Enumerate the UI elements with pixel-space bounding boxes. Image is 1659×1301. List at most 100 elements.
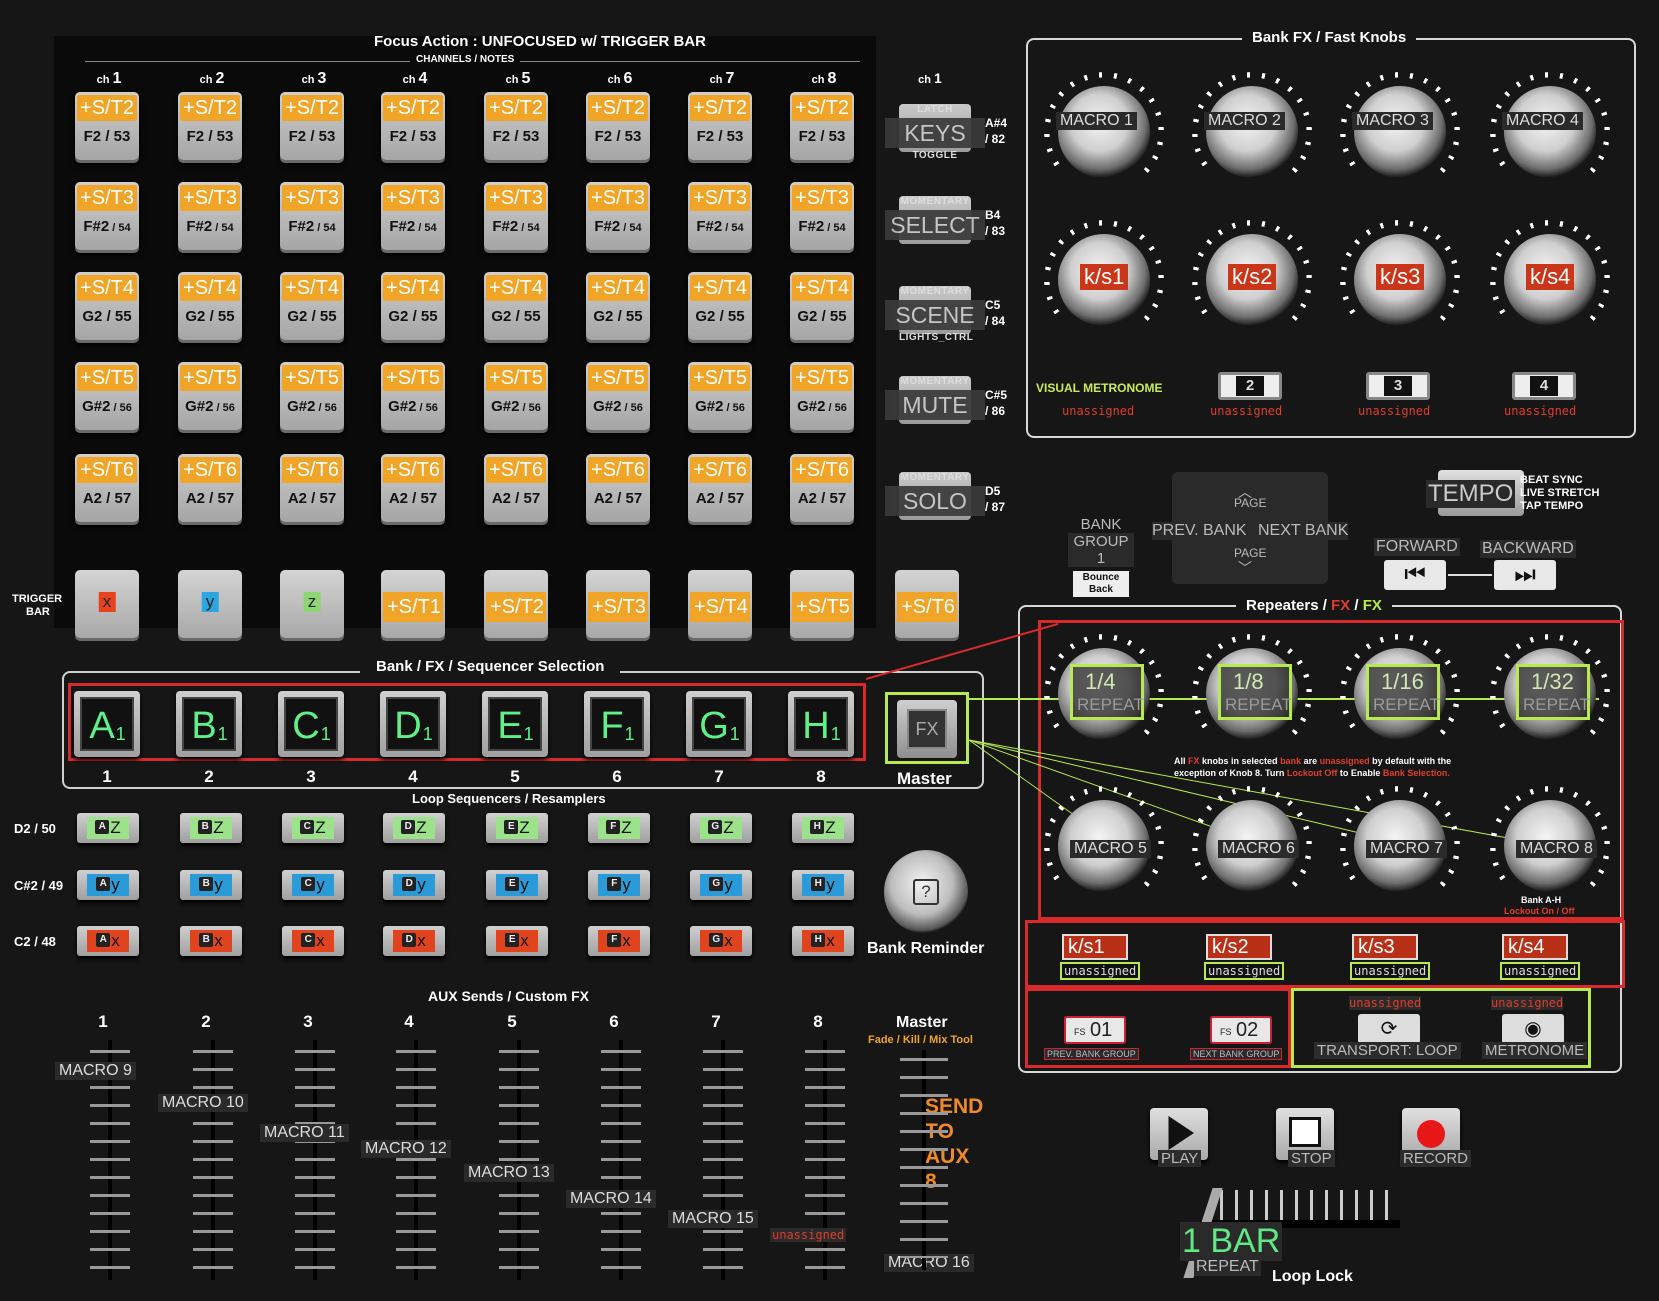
bank-button-c[interactable]: C1	[278, 691, 344, 757]
bank-button-b[interactable]: B1	[176, 691, 242, 757]
aux-master-fader[interactable]	[886, 1050, 962, 1270]
grid-pad[interactable]: +S/T3 F#2 / 54	[688, 182, 752, 250]
loop-button[interactable]: Hy	[792, 870, 854, 900]
loop-button[interactable]: Ey	[486, 870, 548, 900]
loop-button[interactable]: FZ	[588, 813, 650, 843]
grid-pad[interactable]: +S/T4 G2 / 55	[280, 272, 344, 340]
trigger-pad[interactable]: +S/T3	[586, 570, 650, 638]
loop-button[interactable]: EZ	[486, 813, 548, 843]
grid-pad[interactable]: +S/T4 G2 / 55	[178, 272, 242, 340]
loop-button[interactable]: Bx	[180, 926, 242, 956]
ks-button[interactable]: k/s2	[1206, 934, 1272, 960]
aux-fader[interactable]	[586, 1040, 656, 1280]
grid-pad[interactable]: +S/T5 G#2 / 56	[178, 362, 242, 430]
grid-pad[interactable]: +S/T5 G#2 / 56	[75, 362, 139, 430]
loop-button[interactable]: BZ	[180, 813, 242, 843]
loop-button[interactable]: Cx	[282, 926, 344, 956]
grid-pad[interactable]: +S/T2 F2 / 53	[280, 92, 344, 160]
bank-button-h[interactable]: H1	[788, 691, 854, 757]
grid-pad[interactable]: +S/T5 G#2 / 56	[381, 362, 445, 430]
next-bank-label[interactable]: NEXT BANK	[1258, 522, 1349, 540]
side-button-keys[interactable]: LATCH KEYS TOGGLE	[885, 104, 985, 161]
loop-button[interactable]: By	[180, 870, 242, 900]
grid-pad[interactable]: +S/T5 G#2 / 56	[484, 362, 548, 430]
trigger-pad[interactable]: +S/T2	[484, 570, 548, 638]
grid-pad[interactable]: +S/T3 F#2 / 54	[484, 182, 548, 250]
macro-knob[interactable]	[1206, 86, 1298, 178]
loop-button[interactable]: Ex	[486, 926, 548, 956]
fast-forward-button[interactable]: ⏭	[1494, 560, 1556, 590]
grid-pad[interactable]: +S/T3 F#2 / 54	[586, 182, 650, 250]
tempo-button[interactable]: TEMPO	[1426, 470, 1524, 516]
loop-toggle-button[interactable]: ⟳	[1358, 1014, 1420, 1044]
bank-button-g[interactable]: G1	[686, 691, 752, 757]
side-button-select[interactable]: MOMENTARY SELECT	[885, 196, 985, 244]
loop-button[interactable]: DZ	[383, 813, 445, 843]
loop-button[interactable]: Fx	[588, 926, 650, 956]
grid-pad[interactable]: +S/T4 G2 / 55	[790, 272, 854, 340]
grid-pad[interactable]: +S/T6 A2 / 57	[688, 454, 752, 522]
aux-fader[interactable]	[688, 1040, 758, 1280]
trigger-pad[interactable]: +S/T4	[688, 570, 752, 638]
trigger-pad[interactable]: x	[75, 570, 139, 638]
loop-button[interactable]: GZ	[690, 813, 752, 843]
ks-button[interactable]: k/s3	[1352, 934, 1418, 960]
ks-button[interactable]: k/s4	[1502, 934, 1568, 960]
loop-button[interactable]: Gx	[690, 926, 752, 956]
grid-pad[interactable]: +S/T5 G#2 / 56	[586, 362, 650, 430]
aux-fader[interactable]	[381, 1040, 451, 1280]
macro-knob[interactable]	[1354, 86, 1446, 178]
loop-button[interactable]: AZ	[77, 813, 139, 843]
prev-bank-label[interactable]: PREV. BANK	[1152, 522, 1247, 540]
loop-button[interactable]: CZ	[282, 813, 344, 843]
grid-pad[interactable]: +S/T3 F#2 / 54	[280, 182, 344, 250]
grid-pad[interactable]: +S/T6 A2 / 57	[75, 454, 139, 522]
grid-pad[interactable]: +S/T2 F2 / 53	[790, 92, 854, 160]
grid-pad[interactable]: +S/T5 G#2 / 56	[280, 362, 344, 430]
bank-button-a[interactable]: A1	[74, 691, 140, 757]
grid-pad[interactable]: +S/T3 F#2 / 54	[381, 182, 445, 250]
grid-pad[interactable]: +S/T2 F2 / 53	[688, 92, 752, 160]
bank-button-f[interactable]: F1	[584, 691, 650, 757]
grid-pad[interactable]: +S/T2 F2 / 53	[484, 92, 548, 160]
loop-button[interactable]: Cy	[282, 870, 344, 900]
macro-knob[interactable]	[1058, 86, 1150, 178]
grid-pad[interactable]: +S/T3 F#2 / 54	[790, 182, 854, 250]
grid-pad[interactable]: +S/T4 G2 / 55	[688, 272, 752, 340]
grid-pad[interactable]: +S/T2 F2 / 53	[381, 92, 445, 160]
trigger-pad[interactable]: y	[178, 570, 242, 638]
trigger-pad[interactable]: +S/T5	[790, 570, 854, 638]
grid-pad[interactable]: +S/T4 G2 / 55	[381, 272, 445, 340]
grid-pad[interactable]: +S/T4 G2 / 55	[75, 272, 139, 340]
macro-knob[interactable]	[1504, 86, 1596, 178]
loop-button[interactable]: Ax	[77, 926, 139, 956]
loop-button[interactable]: Ay	[77, 870, 139, 900]
loop-button[interactable]: Dx	[383, 926, 445, 956]
side-button-scene[interactable]: MOMENTARY SCENE LIGHTS_CTRL	[885, 286, 985, 343]
grid-pad[interactable]: +S/T6 A2 / 57	[586, 454, 650, 522]
side-button-solo[interactable]: MOMENTARY SOLO	[885, 472, 985, 520]
master-fx-button[interactable]: FX	[897, 700, 957, 758]
trigger-pad[interactable]: z	[280, 570, 344, 638]
metronome-toggle-button[interactable]: ◉	[1502, 1014, 1564, 1044]
grid-pad[interactable]: +S/T4 G2 / 55	[484, 272, 548, 340]
bank-button-d[interactable]: D1	[380, 691, 446, 757]
trigger-pad[interactable]: +S/T6	[895, 570, 959, 638]
grid-pad[interactable]: +S/T2 F2 / 53	[586, 92, 650, 160]
grid-pad[interactable]: +S/T6 A2 / 57	[280, 454, 344, 522]
aux-fader[interactable]	[790, 1040, 860, 1280]
loop-button[interactable]: Fy	[588, 870, 650, 900]
grid-pad[interactable]: +S/T5 G#2 / 56	[790, 362, 854, 430]
grid-pad[interactable]: +S/T3 F#2 / 54	[75, 182, 139, 250]
rewind-button[interactable]: ⏮	[1384, 560, 1446, 590]
grid-pad[interactable]: +S/T3 F#2 / 54	[178, 182, 242, 250]
ks-button[interactable]: k/s1	[1062, 934, 1128, 960]
loop-button[interactable]: Gy	[690, 870, 752, 900]
grid-pad[interactable]: +S/T6 A2 / 57	[790, 454, 854, 522]
grid-pad[interactable]: +S/T6 A2 / 57	[484, 454, 548, 522]
grid-pad[interactable]: +S/T5 G#2 / 56	[688, 362, 752, 430]
trigger-pad[interactable]: +S/T1	[381, 570, 445, 638]
grid-pad[interactable]: +S/T2 F2 / 53	[178, 92, 242, 160]
aux-fader[interactable]	[178, 1040, 248, 1280]
side-button-mute[interactable]: MOMENTARY MUTE	[885, 376, 985, 424]
